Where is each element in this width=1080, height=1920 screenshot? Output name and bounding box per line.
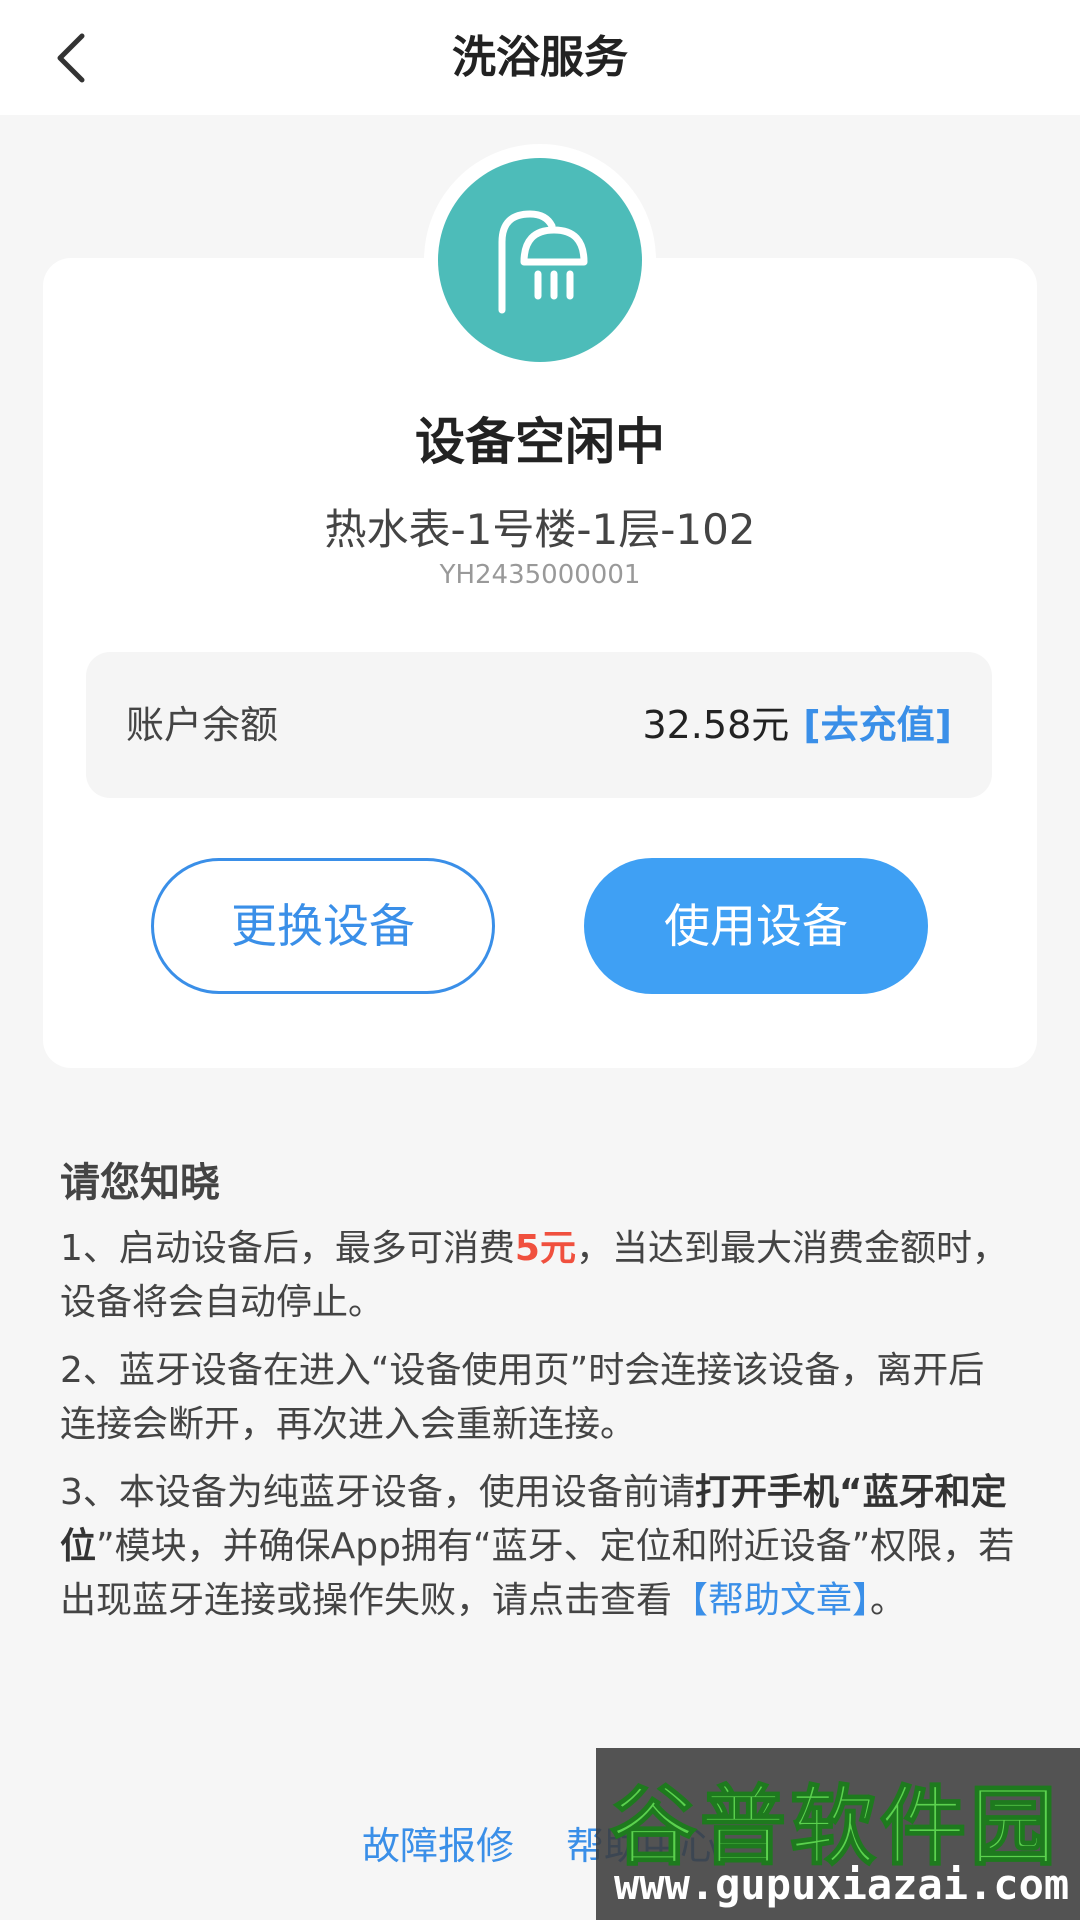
change-device-button[interactable]: 更换设备 [151, 858, 495, 994]
balance-label: 账户余额 [126, 703, 279, 747]
help-article-link[interactable]: 【帮助文章】 [672, 1580, 870, 1621]
balance-amount-group: 32.58元 [去充值] [642, 652, 952, 798]
repair-link[interactable]: 故障报修 [362, 1824, 514, 1868]
device-id: YH2435000001 [439, 560, 641, 590]
page-title: 洗浴服务 [452, 32, 628, 83]
max-consumption-highlight: 5元 [514, 1228, 576, 1269]
notice-title: 请您知晓 [60, 1160, 220, 1206]
device-name: 热水表-1号楼-1层-102 [324, 505, 756, 554]
notice-item-2: 2、蓝牙设备在进入“设备使用页”时会连接该设备，离开后连接会断开，再次进入会重新… [60, 1350, 985, 1445]
watermark-overlay: 谷普软件园 www.gupuxiazai.com [596, 1748, 1080, 1920]
notice-item-3: 3、本设备为纯蓝牙设备，使用设备前请打开手机“蓝牙和定位”模块，并确保App拥有… [60, 1466, 1020, 1628]
recharge-link[interactable]: [去充值] [803, 703, 952, 747]
balance-panel: 账户余额 32.58元 [去充值] [86, 652, 992, 798]
shower-icon [498, 210, 588, 314]
balance-value: 32.58元 [642, 703, 790, 747]
device-icon-badge [438, 158, 642, 362]
top-bar: 洗浴服务 [0, 0, 1080, 115]
device-status: 设备空闲中 [415, 413, 665, 471]
watermark-url: www.gupuxiazai.com [614, 1860, 1070, 1909]
notice-list: 1、启动设备后，最多可消费5元，当达到最大消费金额时，设备将会自动停止。 2、蓝… [60, 1222, 1020, 1642]
notice-item-1-text: 1、启动设备后，最多可消费 [60, 1228, 515, 1269]
notice-item-3-text-end: 。 [870, 1580, 907, 1621]
notice-item-3-text: 3、本设备为纯蓝牙设备，使用设备前请 [60, 1472, 695, 1513]
use-device-button[interactable]: 使用设备 [584, 858, 928, 994]
notice-item-1: 1、启动设备后，最多可消费5元，当达到最大消费金额时，设备将会自动停止。 [60, 1222, 1020, 1330]
